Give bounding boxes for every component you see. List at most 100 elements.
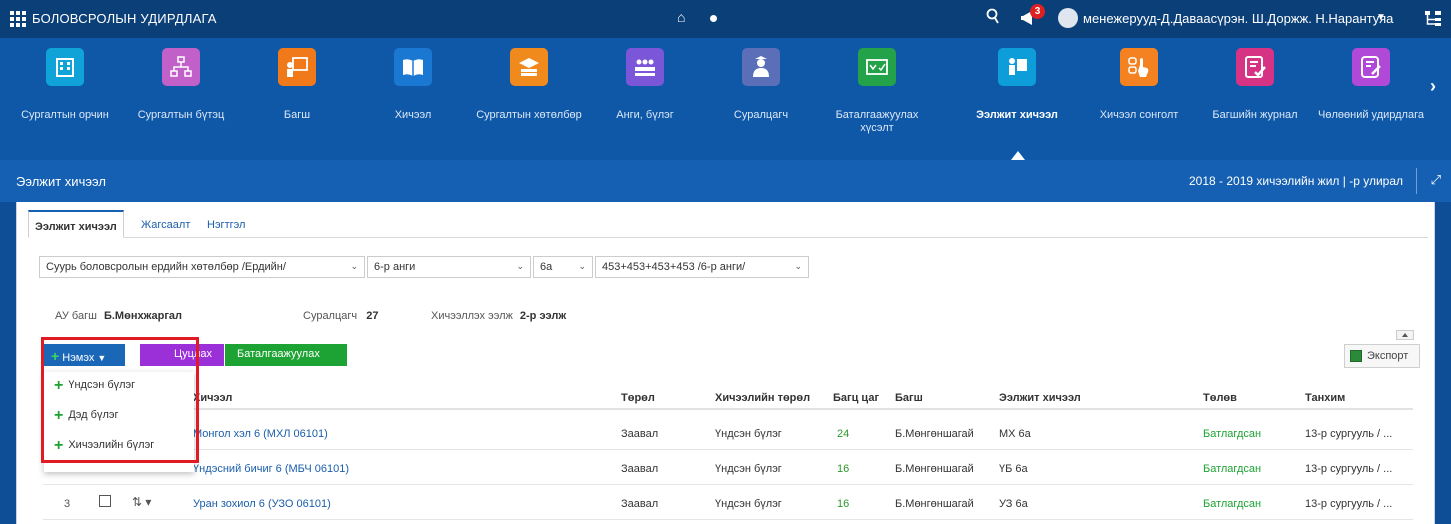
check-board-icon — [858, 48, 896, 86]
module-leave-management[interactable]: Чөлөөний удирдлага — [1316, 38, 1426, 160]
cell-room: 13-р сургууль / ... — [1305, 498, 1393, 510]
col-teacher[interactable]: Багш — [895, 392, 923, 404]
students-label: Суралцагч — [303, 310, 358, 322]
tab-bar: Ээлжит хичээл Жагсаалт Нэгтгэл — [28, 210, 1428, 238]
col-status[interactable]: Төлөв — [1203, 392, 1237, 404]
col-type[interactable]: Төрөл — [621, 392, 655, 404]
plus-icon: + — [54, 377, 64, 394]
plan-select[interactable]: 453+453+453+453 /6-р анги/ ⌄ — [595, 256, 809, 278]
expand-icon[interactable]: ⤢ — [1431, 172, 1441, 188]
menu-item-subgroup[interactable]: + Дэд бүлэг — [54, 407, 118, 425]
cell-status: Батлагдсан — [1203, 428, 1262, 440]
menu-item-label: Хичээлийн бүлэг — [68, 439, 155, 451]
module-approval-request[interactable]: Баталгаажуулах хүсэлт — [822, 38, 932, 160]
teacher-label: АУ багш — [55, 310, 97, 322]
module-subject[interactable]: Хичээл — [358, 38, 468, 160]
cell-room: 13-р сургууль / ... — [1305, 428, 1393, 440]
search-icon[interactable] — [986, 8, 1000, 26]
cell-teacher: Б.Мөнгөншагай — [895, 463, 974, 475]
cell-teacher: Б.Мөнгөншагай — [895, 428, 974, 440]
col-lesson-type[interactable]: Хичээлийн төрөл — [715, 392, 810, 404]
menu-item-main-group[interactable]: + Үндсэн бүлэг — [54, 377, 135, 395]
module-label: Хичээл сонголт — [1099, 109, 1179, 121]
home-icon[interactable]: ⌂ — [677, 9, 685, 25]
grade-select[interactable]: 6-р анги ⌄ — [367, 256, 531, 278]
homeroom-teacher-info: АУ багш Б.Мөнхжаргал — [55, 310, 182, 322]
module-course-choice[interactable]: Хичээл сонголт — [1084, 38, 1194, 160]
chevron-down-icon: ⌄ — [578, 261, 586, 271]
tab-list[interactable]: Жагсаалт — [135, 210, 196, 238]
program-select-value: Суурь боловсролын ердийн хөтөлбөр /Ердий… — [46, 261, 286, 273]
subject-link[interactable]: Үндэсний бичиг 6 (МБЧ 06101) — [193, 463, 349, 475]
active-module-indicator — [1011, 151, 1025, 160]
class-select[interactable]: 6а ⌄ — [533, 256, 593, 278]
table-row[interactable]: 3 ⇅ ▾ Уран зохиол 6 (УЗО 06101) Заавал Ү… — [43, 486, 1413, 520]
leave-form-icon — [1352, 48, 1390, 86]
row-checkbox[interactable] — [99, 495, 111, 507]
page-title-bar: Ээлжит хичээл 2018 - 2019 хичээлийн жил … — [0, 160, 1451, 202]
chevron-right-icon[interactable]: › — [1430, 76, 1436, 97]
choice-hand-icon — [1120, 48, 1158, 86]
cell-hours: 16 — [837, 463, 850, 475]
user-menu[interactable]: менежерууд-Д.Даваасүрэн. Ш.Доржж. Н.Нара… — [1083, 11, 1393, 26]
avatar[interactable] — [1058, 8, 1078, 28]
chevron-down-icon[interactable]: ▼ — [1376, 12, 1386, 23]
table-row[interactable]: ⇅ ▾ Монгол хэл 6 (МХЛ 06101) Заавал Үндс… — [43, 416, 1413, 450]
cell-status: Батлагдсан — [1203, 463, 1262, 475]
module-class-group[interactable]: Анги, бүлэг — [590, 38, 700, 160]
divider — [1416, 168, 1417, 194]
app-title[interactable]: БОЛОВСРОЛЫН УДИРДЛАГА — [32, 11, 217, 26]
module-label: Анги, бүлэг — [616, 109, 674, 121]
module-teacher[interactable]: Багш — [242, 38, 352, 160]
reorder-icon[interactable]: ⇅ ▾ — [132, 495, 151, 509]
cell-lesson: МХ 6а — [999, 428, 1031, 440]
table-row[interactable]: 2 ⇅ ▾ Үндэсний бичиг 6 (МБЧ 06101) Заава… — [43, 451, 1413, 485]
open-book-icon — [394, 48, 432, 86]
class-group-icon — [626, 48, 664, 86]
module-label: Хичээл — [394, 109, 432, 121]
chevron-down-icon: ⌄ — [350, 261, 358, 271]
module-curriculum[interactable]: Сургалтын хөтөлбөр — [474, 38, 584, 160]
col-room[interactable]: Танхим — [1305, 392, 1345, 404]
col-lesson[interactable]: Ээлжит хичээл — [999, 392, 1081, 404]
cell-hours: 16 — [837, 498, 850, 510]
plus-icon: + — [54, 407, 64, 424]
shift-info: Хичээллэх ээлж 2-р ээлж — [431, 310, 566, 322]
subject-link[interactable]: Монгол хэл 6 (МХЛ 06101) — [193, 428, 328, 440]
export-button[interactable]: Экспорт — [1344, 344, 1420, 368]
subject-link[interactable]: Уран зохиол 6 (УЗО 06101) — [193, 498, 331, 510]
col-subject[interactable]: Хичээл — [193, 392, 232, 404]
tab-summary[interactable]: Нэгтгэл — [201, 210, 251, 238]
module-student[interactable]: Суралцагч — [706, 38, 816, 160]
module-teacher-journal[interactable]: Багшийн журнал — [1200, 38, 1310, 160]
school-year[interactable]: 2018 - 2019 хичээлийн жил | -р улирал — [1189, 174, 1403, 188]
cell-lesson: УЗ 6а — [999, 498, 1028, 510]
apps-grid-icon[interactable] — [10, 11, 26, 27]
chevron-down-icon: ⌄ — [516, 261, 524, 271]
books-stack-icon — [510, 48, 548, 86]
student-icon — [742, 48, 780, 86]
shift-value: 2-р ээлж — [519, 310, 567, 322]
cell-type: Заавал — [621, 428, 659, 440]
excel-icon — [1350, 350, 1362, 362]
network-icon[interactable] — [1424, 9, 1442, 27]
col-hours[interactable]: Багц цаг — [833, 392, 879, 404]
tab-regular-lesson[interactable]: Ээлжит хичээл — [28, 210, 124, 238]
module-label: Сургалтын хөтөлбөр — [476, 109, 582, 121]
module-training-structure[interactable]: Сургалтын бүтэц — [126, 38, 236, 160]
shift-label: Хичээллэх ээлж — [431, 310, 513, 322]
cancel-button[interactable]: Цуцлах — [140, 344, 224, 366]
cell-lesson-type: Үндсэн бүлэг — [715, 428, 782, 440]
program-select[interactable]: Суурь боловсролын ердийн хөтөлбөр /Ердий… — [39, 256, 365, 278]
cell-hours: 24 — [837, 428, 850, 440]
collapse-icon[interactable] — [1396, 330, 1414, 340]
top-bar: БОЛОВСРОЛЫН УДИРДЛАГА ⌂ 3 менежерууд-Д.Д… — [0, 0, 1451, 38]
confirm-button[interactable]: Баталгаажуулах — [225, 344, 347, 366]
cell-status: Батлагдсан — [1203, 498, 1262, 510]
menu-item-lesson-group[interactable]: + Хичээлийн бүлэг — [54, 437, 154, 455]
module-regular-lesson[interactable]: Ээлжит хичээл — [962, 38, 1072, 160]
module-training-env[interactable]: Сургалтын орчин — [10, 38, 120, 160]
teacher-board-icon — [278, 48, 316, 86]
cell-lesson-type: Үндсэн бүлэг — [715, 498, 782, 510]
add-button[interactable]: + Нэмэх ▼ — [43, 344, 125, 366]
